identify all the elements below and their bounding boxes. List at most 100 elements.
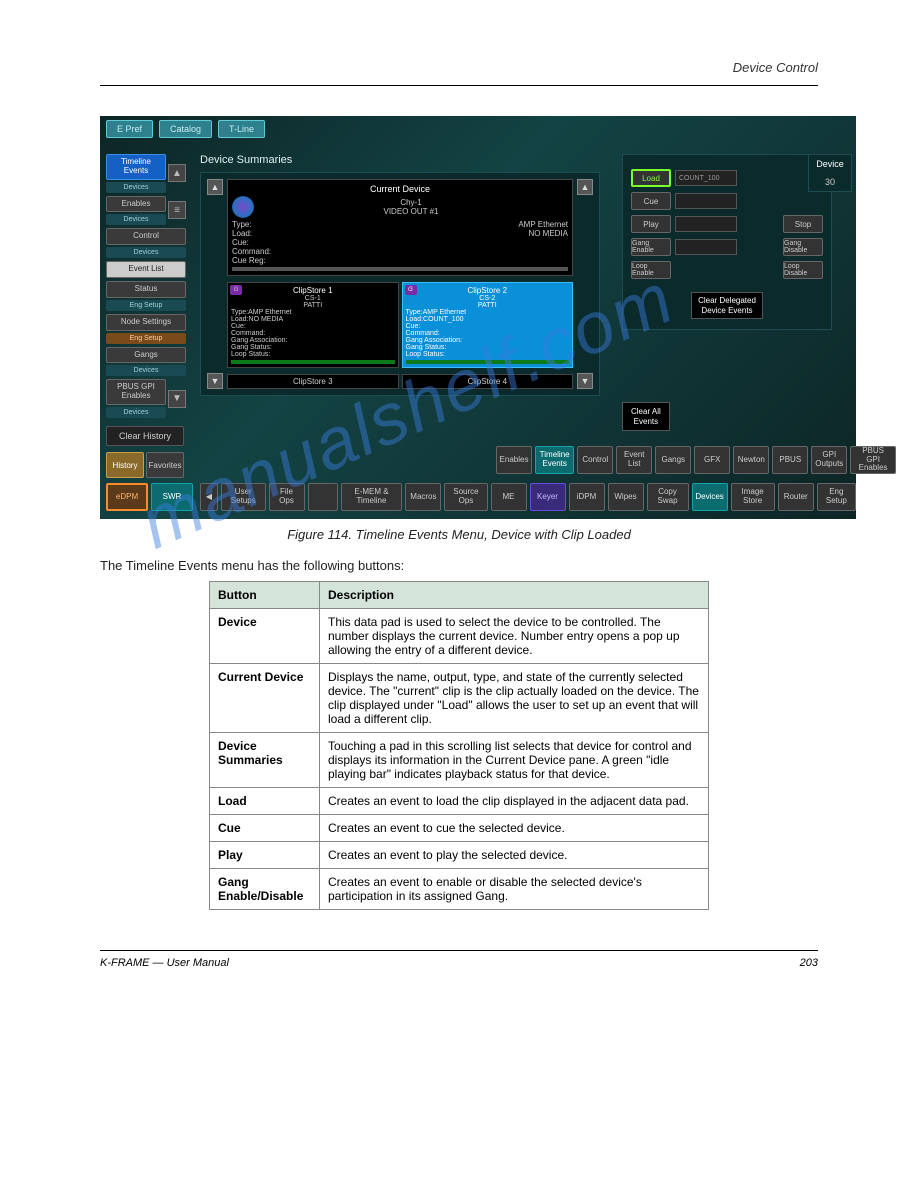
tab-event-list[interactable]: Event List bbox=[616, 446, 652, 474]
gang-enable-button[interactable]: Gang Enable bbox=[631, 238, 671, 256]
cs1-type-v: AMP Ethernet bbox=[248, 309, 291, 316]
tab-gpi-outputs[interactable]: GPI Outputs bbox=[811, 446, 847, 474]
sidebar-item-pbus-gpi[interactable]: PBUS GPI Enables bbox=[106, 379, 166, 405]
cs2-sub: PATTI bbox=[406, 302, 570, 309]
current-device-name: Chy-1 bbox=[254, 198, 568, 207]
clear-all-events-button[interactable]: Clear All Events bbox=[622, 402, 670, 431]
sidebar-item-node-settings[interactable]: Node Settings bbox=[106, 314, 186, 331]
cs1-load-v: NO MEDIA bbox=[249, 316, 284, 323]
curr-cr: Cue Reg: bbox=[232, 256, 568, 265]
main-blank[interactable] bbox=[308, 483, 338, 511]
main-eng-setup[interactable]: Eng Setup bbox=[817, 483, 856, 511]
main-me[interactable]: ME bbox=[491, 483, 527, 511]
scroll-down-b-icon[interactable]: ▼ bbox=[577, 373, 593, 389]
device-datapad[interactable]: Device 30 bbox=[808, 154, 852, 192]
cs1-gs: Gang Status: bbox=[231, 344, 395, 351]
sidebar-item-gangs[interactable]: Gangs bbox=[106, 347, 186, 364]
main-left-arrow-icon[interactable]: ◀ bbox=[200, 483, 218, 511]
main-source-ops[interactable]: Source Ops bbox=[444, 483, 487, 511]
tab-pbus[interactable]: PBUS bbox=[772, 446, 808, 474]
clipstore-2-card[interactable]: G ClipStore 2 CS-2 PATTI Type:AMP Ethern… bbox=[402, 282, 574, 368]
sidebar-up-icon[interactable]: ▲ bbox=[168, 164, 186, 182]
main-keyer[interactable]: Keyer bbox=[530, 483, 566, 511]
sidebar-sub-devices-1: Devices bbox=[106, 214, 166, 225]
cs1-title: ClipStore 1 bbox=[231, 286, 395, 295]
curr-type-v: AMP Ethernet bbox=[518, 220, 568, 229]
sidebar-sub-eng-4: Eng Setup bbox=[106, 300, 186, 311]
tb-load: Load bbox=[210, 788, 320, 815]
main-devices[interactable]: Devices bbox=[692, 483, 728, 511]
loop-enable-button[interactable]: Loop Enable bbox=[631, 261, 671, 279]
buttons-table: ButtonDescription DeviceThis data pad is… bbox=[209, 581, 709, 910]
sidebar-sub-devices-6: Devices bbox=[106, 365, 186, 376]
cue-button[interactable]: Cue bbox=[631, 192, 671, 210]
tab-newton[interactable]: Newton bbox=[733, 446, 769, 474]
clear-history-button[interactable]: Clear History bbox=[106, 426, 184, 446]
tab-enables[interactable]: Enables bbox=[496, 446, 532, 474]
th-button: Button bbox=[210, 582, 320, 609]
current-device-card[interactable]: Current Device Chy-1 VIDEO OUT #1 Type:A… bbox=[227, 179, 573, 276]
load-button[interactable]: Load bbox=[631, 169, 671, 187]
scroll-up-icon[interactable]: ▲ bbox=[207, 179, 223, 195]
figure-caption: Figure 114. Timeline Events Menu, Device… bbox=[100, 527, 818, 542]
cs1-status-bar bbox=[231, 360, 395, 364]
loop-disable-button[interactable]: Loop Disable bbox=[783, 261, 823, 279]
current-device-out: VIDEO OUT #1 bbox=[254, 207, 568, 216]
cs2-gs: Gang Status: bbox=[406, 344, 570, 351]
sidebar-sub-devices-0: Devices bbox=[106, 182, 166, 193]
main-file-ops[interactable]: File Ops bbox=[269, 483, 305, 511]
play-button[interactable]: Play bbox=[631, 215, 671, 233]
load-value-field[interactable]: COUNT_100 bbox=[675, 170, 737, 186]
clipstore-3-card[interactable]: ClipStore 3 bbox=[227, 374, 399, 389]
history-button[interactable]: History bbox=[106, 452, 144, 478]
main-emem[interactable]: E-MEM & Timeline bbox=[341, 483, 403, 511]
main-wipes[interactable]: Wipes bbox=[608, 483, 644, 511]
clear-delegated-button[interactable]: Clear Delegated Device Events bbox=[691, 292, 763, 319]
favorites-button[interactable]: Favorites bbox=[146, 452, 184, 478]
tab-gfx[interactable]: GFX bbox=[694, 446, 730, 474]
sidebar-item-enables[interactable]: Enables bbox=[106, 196, 166, 213]
tab-timeline-events[interactable]: Timeline Events bbox=[535, 446, 574, 474]
tab-epref[interactable]: E Pref bbox=[106, 120, 153, 138]
main-user-setups[interactable]: User Setups bbox=[221, 483, 266, 511]
clipstore-4-card[interactable]: ClipStore 4 bbox=[402, 374, 574, 389]
scroll-up-b-icon[interactable]: ▲ bbox=[577, 179, 593, 195]
main-image-store[interactable]: Image Store bbox=[731, 483, 775, 511]
tab-pbus-gpi-enables[interactable]: PBUS GPI Enables bbox=[850, 446, 896, 474]
main-macros[interactable]: Macros bbox=[405, 483, 441, 511]
td-play: Creates an event to play the selected de… bbox=[320, 842, 709, 869]
sidebar-item-event-list[interactable]: Event List bbox=[106, 261, 186, 278]
cs1-ga: Gang Association: bbox=[231, 337, 395, 344]
sidebar-item-control[interactable]: Control bbox=[106, 228, 186, 245]
cs2-cue: Cue: bbox=[406, 323, 570, 330]
play-value-field[interactable] bbox=[675, 216, 737, 232]
sidebar-item-timeline-events[interactable]: Timeline Events bbox=[106, 154, 166, 180]
tab-gangs[interactable]: Gangs bbox=[655, 446, 691, 474]
cs2-cmd: Command: bbox=[406, 330, 570, 337]
main-router[interactable]: Router bbox=[778, 483, 814, 511]
curr-load-l: Load: bbox=[232, 229, 252, 238]
clipstore-1-card[interactable]: G ClipStore 1 CS-1 PATTI Type:AMP Ethern… bbox=[227, 282, 399, 368]
tb-device: Device bbox=[210, 609, 320, 664]
stop-button[interactable]: Stop bbox=[783, 215, 823, 233]
gang-value-field[interactable] bbox=[675, 239, 737, 255]
swr-button[interactable]: SWR bbox=[151, 483, 193, 511]
sidebar-item-status[interactable]: Status bbox=[106, 281, 186, 298]
main-idpm[interactable]: iDPM bbox=[569, 483, 605, 511]
edpm-button[interactable]: eDPM bbox=[106, 483, 148, 511]
cs1-type-l: Type: bbox=[231, 309, 248, 316]
cue-value-field[interactable] bbox=[675, 193, 737, 209]
gang-disable-button[interactable]: Gang Disable bbox=[783, 238, 823, 256]
device-summaries-panel: Device Summaries ▲ ▼ Current Device Chy-… bbox=[200, 154, 600, 396]
tab-catalog[interactable]: Catalog bbox=[159, 120, 212, 138]
cs1-ls: Loop Status: bbox=[231, 351, 395, 358]
scroll-down-icon[interactable]: ▼ bbox=[207, 373, 223, 389]
main-copy-swap[interactable]: Copy Swap bbox=[647, 483, 689, 511]
tab-tline[interactable]: T-Line bbox=[218, 120, 265, 138]
sidebar-equals-icon[interactable]: ≡ bbox=[168, 201, 186, 219]
td-gang: Creates an event to enable or disable th… bbox=[320, 869, 709, 910]
tab-control[interactable]: Control bbox=[577, 446, 613, 474]
sidebar-sub-eng-5: Eng Setup bbox=[106, 333, 186, 344]
tb-current: Current Device bbox=[210, 664, 320, 733]
sidebar-down-icon[interactable]: ▼ bbox=[168, 390, 186, 408]
